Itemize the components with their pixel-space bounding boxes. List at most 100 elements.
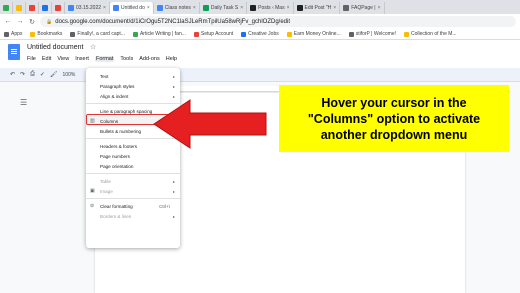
format-menu-item-table[interactable]: Table ▸ — [86, 176, 180, 186]
format-menu-item-page-numbers[interactable]: Page numbers — [86, 151, 180, 161]
bookmark-label: Setup Account — [200, 31, 234, 37]
address-bar-row: ← → ↻ 🔒 docs.google.com/document/d/1iCrO… — [0, 14, 520, 29]
zoom-select[interactable]: 100% — [63, 72, 76, 78]
tab-favicon-icon — [343, 5, 350, 11]
browser-tab[interactable]: 03.15.2022 × — [65, 2, 110, 14]
star-icon[interactable]: ☆ — [90, 43, 96, 51]
bookmark-label: Bookmarks — [37, 31, 63, 37]
close-tab-icon[interactable]: × — [103, 5, 106, 11]
arrow-polygon — [153, 99, 267, 149]
browser-tab[interactable] — [13, 2, 26, 14]
bookmark-icon — [30, 31, 36, 37]
tab-label: FAQPage | — [351, 5, 376, 11]
menu-divider — [86, 198, 180, 199]
menu-divider — [86, 173, 180, 174]
bookmark-icon — [193, 31, 199, 37]
bookmark-icon — [404, 31, 409, 37]
bookmark-item[interactable]: Apps — [4, 31, 22, 37]
bookmark-label: Earn Money Online... — [293, 31, 341, 37]
browser-tab[interactable]: Class notes × — [154, 2, 200, 14]
bookmark-item[interactable]: Bookmarks — [30, 31, 62, 37]
redo-icon[interactable]: ↷ — [20, 71, 25, 78]
bookmark-item[interactable]: Setup Account — [193, 31, 234, 37]
print-icon[interactable]: ⎙ — [30, 71, 35, 78]
browser-tab[interactable] — [52, 2, 65, 14]
reload-icon[interactable]: ↻ — [28, 18, 36, 26]
menu-item-label: Bullets & numbering — [100, 128, 142, 134]
tab-favicon-icon — [68, 5, 74, 11]
tab-favicon-icon — [202, 5, 209, 11]
browser-tab[interactable]: Daily Task S × — [200, 2, 248, 14]
docs-menubar: File Edit View Insert Format Tools Add-ons Help — [27, 56, 177, 62]
menu-view[interactable]: View — [57, 56, 69, 62]
document-outline-icon[interactable]: ☰ — [20, 98, 27, 107]
back-icon[interactable]: ← — [4, 18, 12, 25]
document-title[interactable]: Untitled document — [27, 44, 83, 51]
submenu-arrow-icon: ▸ — [172, 213, 175, 219]
tab-label: 03.15.2022 — [76, 5, 102, 11]
format-menu-item-image[interactable]: ▣ Image ▸ — [86, 186, 180, 196]
browser-tab[interactable] — [0, 2, 13, 14]
bookmark-icon — [4, 31, 9, 37]
bookmarks-bar: Apps Bookmarks Finally!, a card capt... Art… — [0, 29, 520, 40]
paint-format-icon[interactable]: 🖌 — [50, 71, 58, 78]
format-menu-item-page-orientation[interactable]: Page orientation — [86, 161, 180, 171]
menu-item-label: Paragraph styles — [100, 83, 135, 89]
browser-tab[interactable] — [26, 2, 39, 14]
menu-format[interactable]: Format — [94, 56, 115, 62]
url-bar[interactable]: 🔒 docs.google.com/document/d/1iCrOgu5T2N… — [40, 16, 516, 27]
bookmark-item[interactable]: stiforP | Welcome! — [348, 31, 396, 37]
close-tab-icon[interactable]: × — [378, 5, 381, 11]
bookmark-icon — [348, 31, 354, 37]
close-tab-icon[interactable]: × — [240, 5, 243, 11]
bookmark-item[interactable]: Finally!, a card capt... — [70, 31, 125, 37]
bookmark-item[interactable]: Earn Money Online... — [286, 31, 341, 37]
forward-icon[interactable]: → — [16, 18, 24, 25]
format-menu-item-clear-formatting[interactable]: ⊘ Clear formatting Ctrl+\ — [86, 201, 180, 211]
menu-file[interactable]: File — [27, 56, 36, 62]
menu-help[interactable]: Help — [166, 56, 177, 62]
format-menu-item-paragraph-styles[interactable]: Paragraph styles ▸ — [86, 81, 180, 91]
menu-tools[interactable]: Tools — [120, 56, 133, 62]
menu-edit[interactable]: Edit — [42, 56, 51, 62]
menu-item-label: Borders & lines — [100, 213, 132, 219]
close-tab-icon[interactable]: × — [193, 5, 196, 11]
submenu-arrow-icon: ▸ — [172, 188, 175, 194]
tab-favicon-icon — [16, 5, 22, 11]
format-menu-item-borders-lines[interactable]: Borders & lines ▸ — [86, 211, 180, 221]
menu-add-ons[interactable]: Add-ons — [139, 56, 160, 62]
red-arrow-annotation — [153, 99, 267, 149]
instruction-callout: Hover your cursor in the "Columns" optio… — [279, 85, 509, 152]
google-docs-logo-icon[interactable] — [8, 44, 20, 60]
bookmark-label: Finally!, a card capt... — [77, 31, 125, 37]
menu-item-icon: ⊘ — [90, 203, 95, 209]
format-menu-item-text[interactable]: Text ▸ — [86, 71, 180, 81]
menu-insert[interactable]: Insert — [75, 56, 89, 62]
browser-tab[interactable]: Posts ‹ Mas × — [247, 2, 294, 14]
tab-label: Class notes — [164, 5, 191, 11]
browser-tab[interactable]: Edit Post "H × — [294, 2, 341, 14]
browser-tab[interactable]: Untitled do × — [109, 2, 154, 14]
close-tab-icon[interactable]: × — [287, 5, 290, 11]
callout-text: Hover your cursor in the "Columns" optio… — [307, 95, 481, 142]
submenu-arrow-icon: ▸ — [172, 83, 175, 89]
menu-item-label: Image — [100, 188, 113, 194]
bookmark-icon — [70, 31, 76, 37]
browser-tab[interactable]: FAQPage | × — [340, 2, 385, 14]
menu-item-label: Align & indent — [100, 93, 129, 99]
url-text: docs.google.com/document/d/1iCrOgu5T2NC1… — [55, 18, 291, 25]
bookmark-label: Article Writing | fan... — [139, 31, 186, 37]
bookmark-icon — [286, 31, 292, 37]
tab-favicon-icon — [3, 5, 9, 11]
close-tab-icon[interactable]: × — [333, 5, 336, 11]
bookmark-item[interactable]: Collection of the M... — [404, 31, 457, 37]
undo-icon[interactable]: ↶ — [10, 71, 15, 78]
browser-tab[interactable] — [39, 2, 52, 14]
format-dropdown-menu: Text ▸ Paragraph styles ▸ Align & indent ▸ Lin… — [86, 68, 180, 248]
menu-item-icon: ▣ — [90, 188, 95, 194]
bookmark-item[interactable]: Article Writing | fan... — [132, 31, 186, 37]
bookmark-item[interactable]: Creative Jobs — [241, 31, 279, 37]
close-tab-icon[interactable]: × — [147, 5, 150, 11]
submenu-arrow-icon: ▸ — [172, 73, 175, 79]
spellcheck-icon[interactable]: ✓ — [40, 71, 45, 78]
